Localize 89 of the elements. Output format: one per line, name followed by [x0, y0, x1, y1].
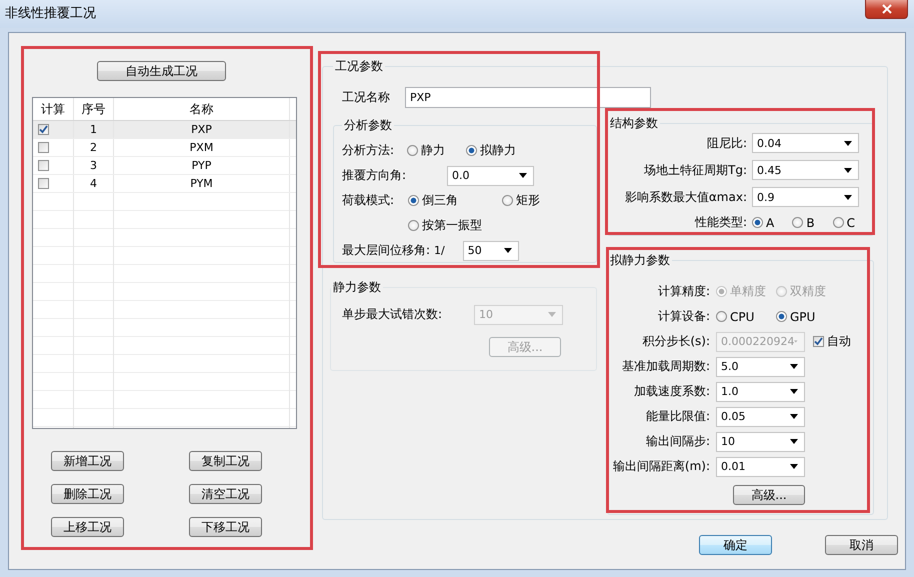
caret-icon [504, 248, 512, 253]
case-name-field[interactable]: PXP [405, 87, 651, 108]
field-label: 计算设备: [656, 308, 710, 325]
field-label: 计算精度: [656, 283, 710, 300]
field-label: 影响系数最大值αmax: [624, 188, 747, 206]
table-cell: 2 [74, 139, 114, 156]
radio-option[interactable]: 矩形 [502, 192, 596, 209]
table-cell: 4 [74, 175, 114, 192]
field-label: 场地土特征周期Tg: [643, 162, 747, 178]
close-button[interactable] [865, 0, 908, 19]
checkbox[interactable] [38, 178, 49, 189]
case-action-button[interactable]: 复制工况 [189, 451, 262, 471]
column-header[interactable]: 名称 [114, 98, 290, 120]
dropdown[interactable]: 0.04 [752, 133, 859, 153]
dropdown[interactable]: 0.9 [752, 187, 859, 207]
radio-option[interactable]: 拟静力 [466, 142, 525, 159]
table-cell: 3 [74, 157, 114, 174]
check-icon [814, 337, 823, 346]
dropdown[interactable]: 0.0 [447, 166, 534, 186]
dropdown[interactable]: 0.01 [716, 456, 805, 476]
field-label: 性能类型: [694, 214, 747, 231]
case-action-button[interactable]: 上移工况 [51, 517, 124, 537]
checkbox[interactable] [38, 160, 49, 171]
caret-icon [790, 464, 798, 469]
group-title: 静力参数 [332, 279, 382, 296]
case-action-button[interactable]: 清空工况 [189, 484, 262, 504]
caret-icon [844, 168, 852, 172]
radio-option[interactable]: 倒三角 [408, 192, 502, 209]
caret-icon [844, 140, 852, 146]
field-label: 基准加载周期数: [620, 358, 710, 375]
caret-icon [844, 194, 852, 200]
table-row[interactable]: 1 PXP [33, 121, 296, 139]
dropdown[interactable]: 50 [462, 240, 519, 260]
field-label: 单步最大试错次数: [342, 306, 444, 323]
column-header[interactable]: 计算 [33, 98, 74, 120]
radio-option[interactable]: GPU [776, 310, 836, 324]
checkbox[interactable] [38, 142, 49, 153]
dropdown[interactable]: 10 [716, 432, 805, 452]
group-title: 拟静力参数 [609, 252, 671, 269]
group-title: 结构参数 [609, 115, 659, 132]
radio-option[interactable]: A [752, 216, 792, 230]
radio-option[interactable]: 静力 [407, 142, 466, 159]
field-label: 加载速度系数: [632, 383, 710, 400]
table-cell: PXM [114, 139, 290, 156]
caret-icon [790, 364, 798, 369]
advanced-button[interactable]: 高级... [733, 485, 805, 505]
dialog-button[interactable]: 取消 [825, 535, 898, 555]
radio-option[interactable]: C [832, 216, 873, 230]
table-row[interactable]: 3 PYP [33, 157, 296, 175]
table-row[interactable]: 2 PXM [33, 139, 296, 157]
table-cell: PXP [114, 121, 290, 138]
field-label: 能量比限值: [644, 408, 710, 425]
group-title: 工况参数 [334, 58, 384, 75]
caret-icon [790, 389, 798, 394]
dialog-button[interactable]: 确定 [699, 535, 772, 555]
caret-icon [519, 173, 527, 178]
field-label: 工况名称 [342, 89, 391, 106]
dropdown[interactable]: 0.05 [716, 406, 805, 426]
window-title: 非线性推覆工况 [5, 5, 96, 22]
caret-icon [548, 312, 556, 317]
radio-option[interactable]: 按第一振型 [408, 217, 482, 234]
case-action-button[interactable]: 新增工况 [51, 451, 124, 471]
field-label: 推覆方向角: [342, 167, 408, 184]
group-title: 分析参数 [343, 117, 393, 134]
table-cell: PYM [114, 175, 290, 192]
field-label: 最大层间位移角: [342, 242, 430, 259]
case-action-button[interactable]: 删除工况 [51, 484, 124, 504]
field-label: 输出间隔步: [644, 433, 710, 450]
checkbox[interactable] [38, 124, 49, 135]
field-label: 阻尼比: [706, 134, 747, 152]
caret-icon [790, 439, 798, 444]
field-label: 分析方法: [342, 142, 396, 159]
field-label: 荷载模式: [342, 192, 396, 209]
caret-icon [790, 414, 798, 419]
ratio-prefix: 1/ [434, 244, 445, 257]
dropdown[interactable]: 5.0 [716, 356, 805, 376]
field-label: 积分步长(s): [641, 333, 710, 350]
radio-option[interactable]: CPU [716, 310, 776, 324]
auto-generate-button[interactable]: 自动生成工况 [97, 61, 226, 81]
table-cell: 1 [74, 121, 114, 138]
case-action-button[interactable]: 下移工况 [189, 517, 262, 537]
column-header[interactable]: 序号 [74, 98, 114, 120]
table-row[interactable]: 4 PYM [33, 175, 296, 193]
radio-option[interactable]: B [792, 216, 833, 230]
field-label: 输出间隔距离(m): [612, 458, 710, 475]
dropdown[interactable]: 0.45 [752, 160, 859, 180]
dropdown[interactable]: 1.0 [716, 382, 805, 402]
close-icon [882, 4, 892, 14]
table-cell: PYP [114, 157, 290, 174]
